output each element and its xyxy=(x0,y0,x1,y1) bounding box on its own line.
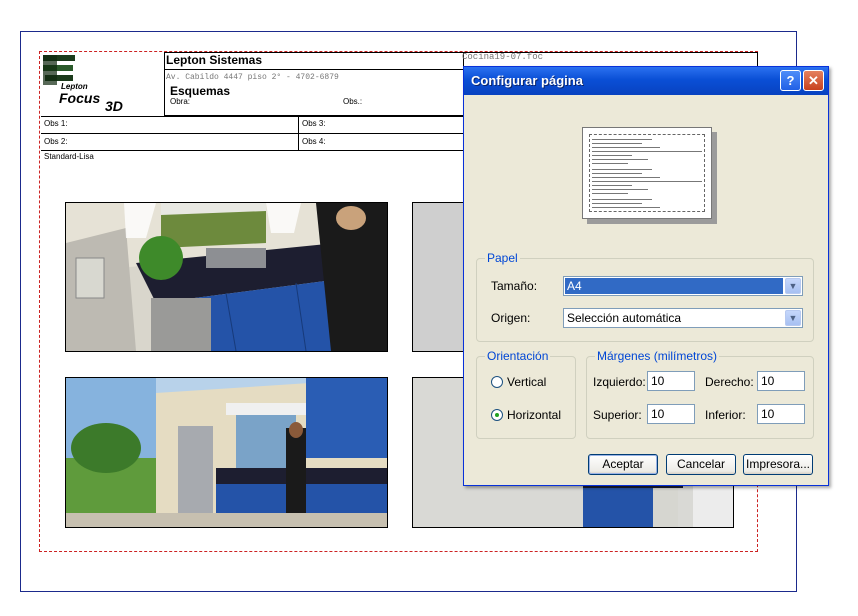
radio-selected-dot xyxy=(495,413,499,417)
preview-margin xyxy=(589,134,705,212)
help-button[interactable]: ? xyxy=(780,70,801,91)
size-label: Tamaño: xyxy=(491,279,538,293)
logo: Lepton Focus 3D xyxy=(41,53,163,115)
paper-group: Papel Tamaño: A4 ▼ Origen: Selección aut… xyxy=(476,251,814,342)
logo-main-text: Focus xyxy=(59,90,100,106)
chevron-down-icon[interactable]: ▼ xyxy=(785,278,801,294)
render-image-window xyxy=(65,377,388,528)
margins-group: Márgenes (milímetros) Izquierdo: 10 Dere… xyxy=(586,349,814,439)
chevron-down-icon[interactable]: ▼ xyxy=(785,310,801,326)
close-button[interactable]: ✕ xyxy=(803,70,824,91)
margins-group-legend: Márgenes (milímetros) xyxy=(595,349,720,363)
page-setup-dialog: Configurar página ? ✕ Papel Tamaño: A4 ▼… xyxy=(463,66,829,486)
company-name: Lepton Sistemas xyxy=(166,53,263,67)
render-image-sink xyxy=(65,202,388,352)
preview-paper xyxy=(582,127,712,219)
margin-top-input[interactable]: 10 xyxy=(647,404,695,424)
obs2-label: Obs 2: xyxy=(44,137,68,146)
margin-bottom-input[interactable]: 10 xyxy=(757,404,805,424)
margin-left-input[interactable]: 10 xyxy=(647,371,695,391)
orientation-group-legend: Orientación xyxy=(485,349,551,363)
orientation-horizontal-label[interactable]: Horizontal xyxy=(507,408,561,422)
source-select[interactable]: Selección automática ▼ xyxy=(563,308,803,328)
obs-label: Obs.: xyxy=(343,97,363,106)
margin-right-label: Derecho: xyxy=(705,375,754,389)
header-divider xyxy=(164,69,464,70)
margin-top-label: Superior: xyxy=(593,408,642,422)
printer-button[interactable]: Impresora... xyxy=(743,454,813,475)
size-selected-value: A4 xyxy=(565,278,783,294)
orientation-group: Orientación Vertical Horizontal xyxy=(476,349,576,439)
close-icon: ✕ xyxy=(808,73,819,88)
obs-col-line xyxy=(298,116,299,150)
obs4-label: Obs 4: xyxy=(302,137,326,146)
paper-group-legend: Papel xyxy=(485,251,520,265)
margin-right-input[interactable]: 10 xyxy=(757,371,805,391)
standard-label: Standard-Lisa xyxy=(44,152,94,161)
dialog-title: Configurar página xyxy=(471,73,583,88)
margin-left-label: Izquierdo: xyxy=(593,375,646,389)
obra-label: Obra: xyxy=(170,97,191,106)
source-label: Origen: xyxy=(491,311,531,325)
orientation-vertical-radio[interactable] xyxy=(491,376,503,388)
help-icon: ? xyxy=(786,73,795,88)
logo-tag-text: 3D xyxy=(105,98,123,114)
margin-bottom-label: Inferior: xyxy=(705,408,746,422)
file-name: Cocina19-07.foc xyxy=(462,52,544,62)
dialog-title-bar[interactable]: Configurar página ? ✕ xyxy=(464,67,828,95)
accept-button[interactable]: Aceptar xyxy=(588,454,658,475)
document-title: Esquemas xyxy=(170,84,231,98)
cancel-button[interactable]: Cancelar xyxy=(666,454,736,475)
obs1-label: Obs 1: xyxy=(44,119,68,128)
obs3-label: Obs 3: xyxy=(302,119,326,128)
orientation-horizontal-radio[interactable] xyxy=(491,409,503,421)
orientation-vertical-label[interactable]: Vertical xyxy=(507,375,546,389)
company-address: Av. Cabildo 4447 piso 2° - 4702-6879 xyxy=(166,73,339,82)
size-select[interactable]: A4 ▼ xyxy=(563,276,803,296)
source-selected-value: Selección automática xyxy=(567,311,682,325)
